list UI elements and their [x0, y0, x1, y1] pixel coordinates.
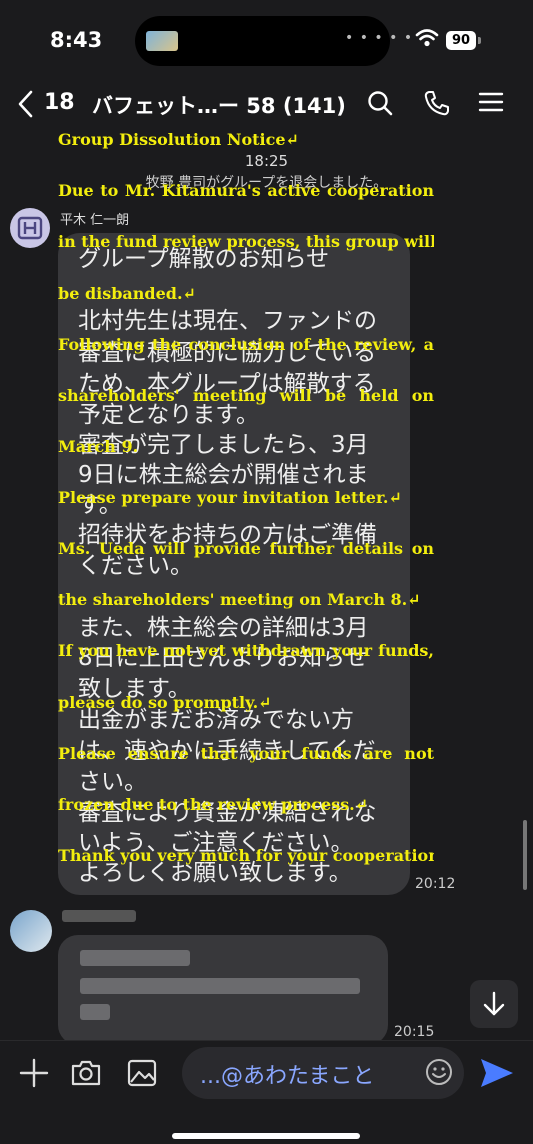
sender-name-blurred — [62, 910, 136, 922]
image-icon[interactable] — [126, 1057, 158, 1089]
overlay-line: Please ensure that your funds are not — [58, 744, 434, 763]
wifi-icon — [415, 29, 439, 47]
overlay-line: March 9. — [58, 437, 139, 456]
overlay-line: If you have not yet withdrawn your funds… — [58, 641, 434, 660]
scrollbar[interactable] — [523, 820, 527, 890]
message-line: さい。 — [78, 769, 147, 795]
send-icon[interactable] — [478, 1056, 516, 1090]
blurred-text — [80, 1004, 110, 1020]
emoji-icon[interactable] — [424, 1057, 454, 1087]
unread-count[interactable]: 18 — [44, 90, 75, 115]
overlay-line: the shareholders' meeting on March 8.↵ — [58, 590, 421, 609]
camera-icon[interactable] — [70, 1057, 102, 1089]
overlay-line: be disbanded.↵ — [58, 284, 196, 303]
overlay-line: Thank you very much for your cooperation… — [58, 846, 434, 865]
avatar[interactable] — [10, 208, 50, 248]
island-dots: • • • • • — [345, 30, 414, 46]
avatar-logo-icon — [17, 216, 43, 240]
menu-icon[interactable] — [478, 89, 504, 115]
chat-title[interactable]: バフェット…ー 58 (141) — [92, 90, 346, 120]
blurred-text — [80, 950, 190, 966]
blurred-text — [80, 978, 360, 994]
overlay-line: in the fund review process, this group w… — [58, 232, 434, 251]
message-input-placeholder: ...@あわたまこと — [200, 1064, 375, 1089]
message-timestamp: 20:15 — [394, 1024, 435, 1040]
message-line: 北村先生は現在、ファンドの — [78, 308, 377, 334]
scroll-to-bottom-button[interactable] — [470, 980, 518, 1028]
phone-icon[interactable] — [423, 89, 451, 117]
plus-icon[interactable] — [18, 1057, 50, 1089]
overlay-line: Ms. Ueda will provide further details on — [58, 539, 434, 558]
home-indicator — [172, 1133, 360, 1139]
overlay-line: Group Dissolution Notice↵ — [58, 130, 299, 149]
message-timestamp: 20:12 — [415, 876, 456, 892]
overlay-line: shareholders' meeting will be held on — [58, 386, 434, 405]
battery-indicator: 90 — [446, 31, 476, 50]
overlay-line: please do so promptly.↵ — [58, 693, 272, 712]
battery-tip — [478, 37, 481, 44]
sender-name: 平木 仁一朗 — [60, 213, 130, 228]
live-activity-icon — [146, 31, 178, 51]
overlay-line: Please prepare your invitation letter.↵ — [58, 488, 402, 507]
avatar[interactable] — [10, 910, 52, 952]
arrow-down-icon — [483, 991, 505, 1016]
search-icon[interactable] — [366, 89, 394, 117]
system-timestamp: 18:25 — [244, 152, 289, 170]
message-line: 9日に株主総会が開催されま — [78, 462, 369, 488]
overlay-line: frozen due to the review process.↵ — [58, 795, 369, 814]
status-time: 8:43 — [50, 28, 103, 52]
overlay-line: Following the conclusion of the review, … — [58, 335, 434, 354]
overlay-line: Due to Mr. Kitamura's active cooperation — [58, 181, 434, 200]
message-line: また、株主総会の詳細は3月 — [78, 615, 369, 641]
back-chevron-icon[interactable] — [16, 89, 36, 119]
